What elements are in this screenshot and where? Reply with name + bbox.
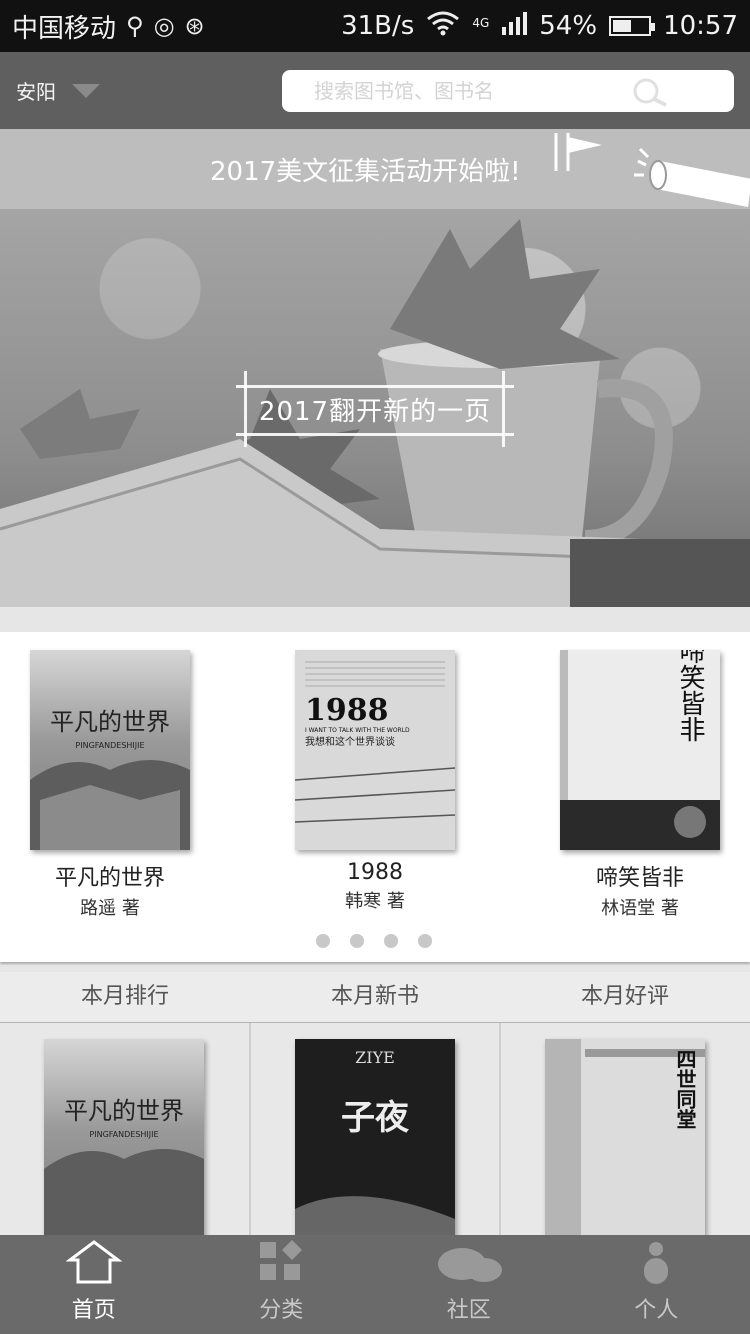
ranking-cell[interactable]: 平凡的世界 PINGFANDESHIJIE <box>0 1023 251 1235</box>
top-header: 安阳 <box>0 52 750 129</box>
tab-monthly-ranking[interactable]: 本月排行 <box>0 972 250 1022</box>
signal-icon <box>501 11 528 42</box>
book-cover: 平凡的世界 PINGFANDESHIJIE <box>44 1039 204 1235</box>
svg-text:I WANT TO TALK WITH THE WORLD: I WANT TO TALK WITH THE WORLD <box>305 727 410 734</box>
svg-text:ZIYE: ZIYE <box>355 1048 395 1067</box>
tab-monthly-rated[interactable]: 本月好评 <box>500 972 750 1022</box>
hotspot-status-icon: ⊛ <box>184 12 205 40</box>
page-dot[interactable] <box>418 934 432 948</box>
megaphone-icon <box>630 141 750 209</box>
event-notice-banner[interactable]: 2017美文征集活动开始啦! <box>0 129 750 209</box>
book-cover: 四世同堂 <box>545 1039 706 1235</box>
book-cover: ZIYE 子夜 <box>294 1039 455 1235</box>
battery-icon <box>609 16 656 36</box>
tab-category[interactable]: 分类 <box>188 1235 376 1334</box>
ranking-grid: 平凡的世界 PINGFANDESHIJIE ZIYE 子夜 四世同堂 <box>0 1023 750 1235</box>
book-author: 韩寒 著 <box>345 891 405 912</box>
bottom-tab-bar: 首页 分类 社区 个人 <box>0 1235 750 1334</box>
tab-label: 个人 <box>634 1298 679 1323</box>
page-dot[interactable] <box>350 934 364 948</box>
search-icon[interactable] <box>626 78 674 112</box>
hero-caption: 2017翻开新的一页 <box>236 371 514 447</box>
book-author: 路遥 著 <box>80 898 140 919</box>
category-icon <box>258 1240 304 1288</box>
sync-status-icon: ◎ <box>153 12 175 40</box>
community-icon <box>436 1244 502 1288</box>
svg-text:PINGFANDESHIJIE: PINGFANDESHIJIE <box>89 1130 158 1139</box>
featured-book[interactable]: 啼笑皆非 啼笑皆非 林语堂 著 <box>540 650 740 920</box>
network-speed: 31B/s <box>341 11 415 41</box>
ranking-cell[interactable]: ZIYE 子夜 <box>251 1023 502 1235</box>
featured-book[interactable]: 1988 I WANT TO TALK WITH THE WORLD 我想和这个… <box>275 650 475 913</box>
book-title: 啼笑皆非 <box>595 866 684 891</box>
status-bar: 中国移动 ⚲ ◎ ⊛ 31B/s 4G 54% 10:57 <box>0 0 750 52</box>
flag-icon <box>552 133 612 177</box>
svg-text:PINGFANDESHIJIE: PINGFANDESHIJIE <box>75 741 144 750</box>
cover-title-text: 平凡的世界 <box>50 708 170 736</box>
featured-book[interactable]: 平凡的世界 PINGFANDESHIJIE 平凡的世界 路遥 著 <box>10 650 210 920</box>
notice-text: 2017美文征集活动开始啦! <box>210 156 521 187</box>
tab-home[interactable]: 首页 <box>0 1235 188 1334</box>
ranking-cell[interactable]: 四世同堂 <box>501 1023 750 1235</box>
book-cover: 1988 I WANT TO TALK WITH THE WORLD 我想和这个… <box>295 650 455 850</box>
wifi-icon <box>426 10 460 42</box>
tab-label: 首页 <box>71 1298 116 1323</box>
featured-books-carousel[interactable]: 平凡的世界 PINGFANDESHIJIE 平凡的世界 路遥 著 1988 I … <box>0 632 750 962</box>
book-cover: 啼笑皆非 <box>560 650 720 850</box>
hero-caption-text: 2017翻开新的一页 <box>258 396 492 427</box>
carousel-page-indicator <box>316 934 432 948</box>
svg-text:我想和这个世界谈谈: 我想和这个世界谈谈 <box>305 735 395 748</box>
search-input[interactable] <box>312 77 646 104</box>
cover-title-text: 1988 <box>305 693 389 728</box>
book-title: 1988 <box>347 860 403 885</box>
page-dot[interactable] <box>316 934 330 948</box>
page-dot[interactable] <box>384 934 398 948</box>
tab-label: 社区 <box>446 1298 491 1323</box>
profile-icon <box>639 1240 673 1288</box>
dropdown-arrow-icon <box>72 83 100 98</box>
tab-label: 分类 <box>259 1298 304 1323</box>
tab-profile[interactable]: 个人 <box>563 1235 750 1334</box>
city-name: 安阳 <box>16 80 56 104</box>
carrier-name: 中国移动 <box>12 13 117 44</box>
home-icon <box>65 1238 123 1288</box>
cover-title-text: 平凡的世界 <box>64 1097 184 1125</box>
clock: 10:57 <box>663 11 738 41</box>
tab-monthly-new[interactable]: 本月新书 <box>250 972 500 1022</box>
search-status-icon: ⚲ <box>126 12 144 40</box>
ranking-tabs: 本月排行 本月新书 本月好评 <box>0 972 750 1025</box>
search-box[interactable] <box>282 69 734 112</box>
book-title: 平凡的世界 <box>54 866 165 891</box>
network-type: 4G <box>472 16 490 30</box>
book-cover: 平凡的世界 PINGFANDESHIJIE <box>30 650 190 850</box>
cover-title-text: 子夜 <box>341 1098 410 1138</box>
city-selector[interactable]: 安阳 <box>16 76 100 105</box>
battery-percent: 54% <box>539 11 598 41</box>
cover-title-text: 四世同堂 <box>673 1049 697 1129</box>
hero-banner[interactable]: 2017翻开新的一页 <box>0 209 750 607</box>
tab-community[interactable]: 社区 <box>375 1235 563 1334</box>
cover-title-text: 啼笑皆非 <box>675 650 705 742</box>
book-author: 林语堂 著 <box>601 898 679 919</box>
